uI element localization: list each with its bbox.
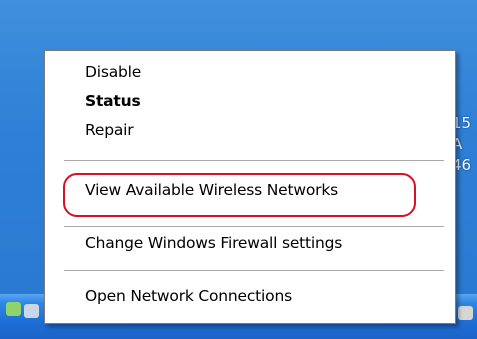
monitor-icon[interactable] [24, 304, 39, 318]
menu-item-open-network-connections[interactable]: Open Network Connections [85, 287, 292, 305]
menu-separator [64, 160, 444, 162]
menu-separator [64, 270, 444, 272]
menu-separator [64, 226, 444, 228]
app-icon[interactable] [458, 306, 473, 320]
menu-item-repair[interactable]: Repair [85, 121, 134, 139]
menu-item-change-firewall-settings[interactable]: Change Windows Firewall settings [85, 234, 342, 252]
context-menu: Disable Status Repair View Available Wir… [44, 50, 456, 324]
menu-item-disable[interactable]: Disable [85, 63, 141, 81]
network-icon[interactable] [6, 302, 21, 316]
menu-item-status[interactable]: Status [85, 92, 141, 110]
menu-item-view-wireless-networks[interactable]: View Available Wireless Networks [85, 181, 338, 199]
